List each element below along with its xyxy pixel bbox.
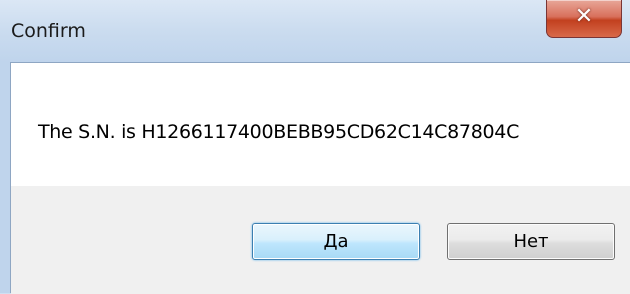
window-title: Confirm [11,20,86,42]
close-icon: ✕ [574,4,594,29]
dialog-body: The S.N. is H1266117400BEBB95CD62C14C878… [10,62,630,294]
message-text: The S.N. is H1266117400BEBB95CD62C14C878… [38,121,520,143]
message-area: The S.N. is H1266117400BEBB95CD62C14C878… [11,63,630,186]
title-bar: Confirm ✕ [0,0,630,62]
no-button[interactable]: Нет [447,223,615,260]
confirm-dialog: Confirm ✕ The S.N. is H1266117400BEBB95C… [0,0,630,294]
button-area: Да Нет [11,186,630,294]
close-button[interactable]: ✕ [546,0,622,38]
yes-button[interactable]: Да [252,223,420,260]
